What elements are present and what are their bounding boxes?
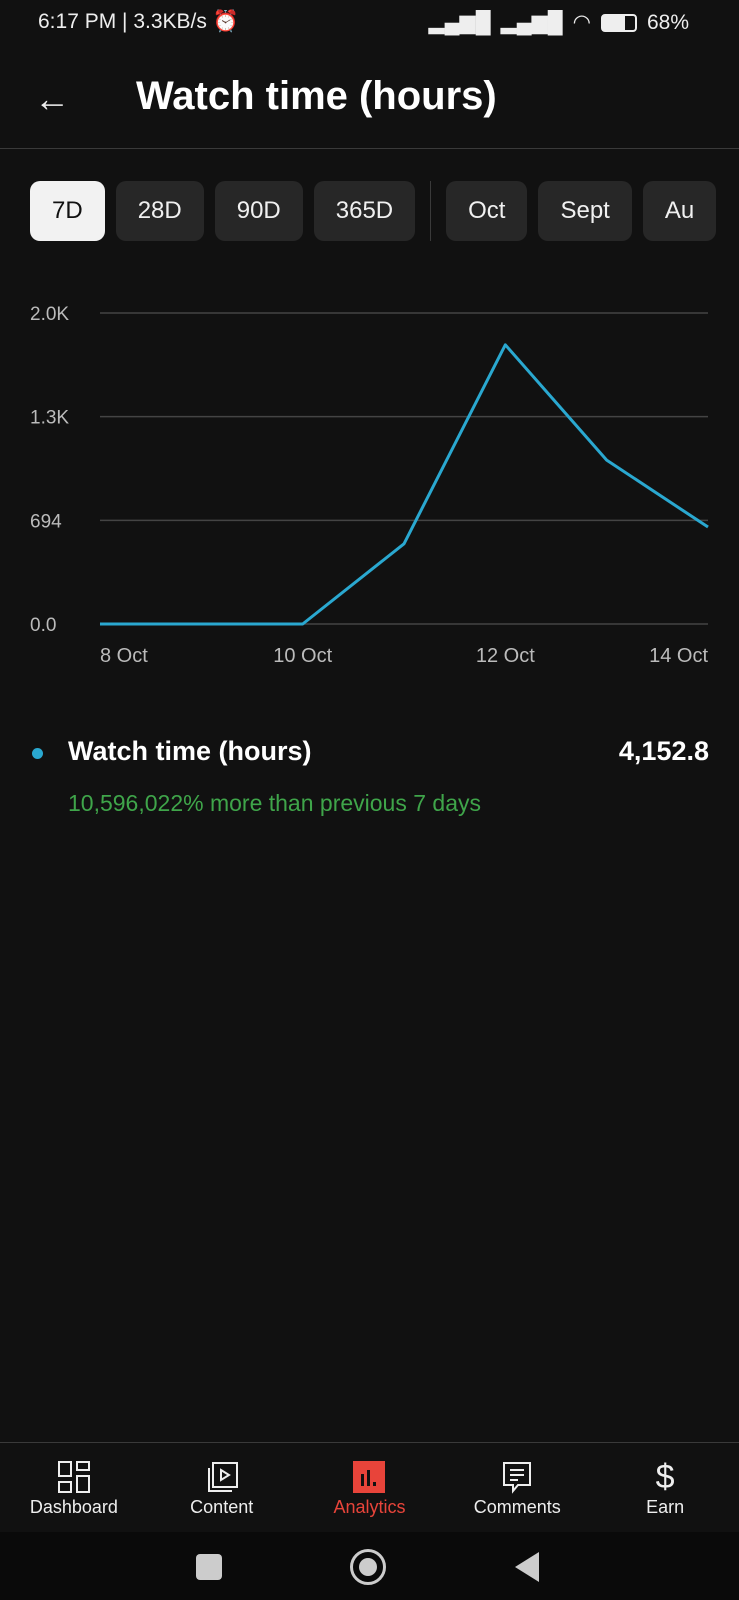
header: ← Watch time (hours) (0, 48, 739, 149)
tab-divider (430, 181, 432, 241)
content-icon (148, 1457, 296, 1497)
status-bar: 6:17 PM | 3.3KB/s ⏰ ▂▄▆█ ▂▄▆█ ◠ 68% (38, 10, 689, 34)
battery-icon (600, 13, 637, 32)
home-button[interactable] (350, 1549, 386, 1585)
y-tick-label: 0.0 (30, 615, 56, 636)
tab-sept[interactable]: Sept (538, 181, 632, 241)
x-tick-label: 10 Oct (273, 645, 332, 667)
analytics-icon (296, 1457, 444, 1497)
system-nav-bar (0, 1532, 739, 1600)
dollar-icon: $ (655, 1457, 675, 1496)
tab-28d[interactable]: 28D (115, 181, 204, 241)
alarm-icon: ⏰ (212, 10, 239, 33)
network-speed: 3.3KB/s (133, 10, 207, 33)
nav-label: Dashboard (29, 1497, 118, 1517)
legend-name: Watch time (hours) (68, 736, 312, 766)
page-title: Watch time (hours) (136, 74, 497, 118)
period-tabs: 7D 28D 90D 365D Oct Sept Au (30, 181, 717, 241)
nav-label: Content (190, 1497, 254, 1517)
tab-365d[interactable]: 365D (313, 181, 416, 241)
nav-comments[interactable]: Comments (443, 1443, 591, 1532)
tab-aug[interactable]: Au (642, 181, 717, 241)
legend-change: 10,596,022% more than previous 7 days (68, 790, 481, 816)
nav-earn[interactable]: $ Earn (591, 1443, 739, 1532)
signal-icon: ▂▄▆█ (428, 11, 491, 34)
battery-level: 68% (646, 10, 689, 34)
nav-label: Comments (473, 1497, 561, 1517)
watch-time-chart: 0.0 694 1.3K 2.0K 8 Oct 10 Oct 12 Oct 14 Oct (30, 304, 709, 667)
recent-apps-button[interactable] (196, 1554, 222, 1580)
bottom-nav: Dashboard Content Analytics Comments $ Ea… (0, 1442, 739, 1532)
back-button[interactable] (515, 1552, 539, 1582)
nav-label: Analytics (333, 1497, 406, 1517)
comments-icon (443, 1457, 591, 1497)
legend-dot (32, 748, 43, 759)
tab-90d[interactable]: 90D (214, 181, 303, 241)
signal-icon-2: ▂▄▆█ (500, 11, 563, 34)
x-tick-label: 8 Oct (100, 645, 148, 667)
status-time: 6:17 PM (38, 10, 117, 33)
legend-value: 4,152.8 (618, 736, 709, 766)
y-tick-label: 694 (30, 511, 62, 532)
y-tick-label: 1.3K (30, 408, 69, 429)
wifi-icon: ◠ (572, 11, 591, 34)
back-arrow-icon[interactable]: ← (34, 78, 70, 120)
y-tick-label: 2.0K (30, 304, 69, 325)
nav-label: Earn (646, 1497, 685, 1517)
dashboard-icon (0, 1457, 148, 1497)
nav-content[interactable]: Content (148, 1443, 296, 1532)
nav-analytics[interactable]: Analytics (296, 1443, 444, 1532)
tab-7d[interactable]: 7D (30, 181, 105, 241)
nav-dashboard[interactable]: Dashboard (0, 1443, 148, 1532)
x-tick-label: 14 Oct (649, 645, 708, 667)
x-tick-label: 12 Oct (476, 645, 535, 667)
tab-oct[interactable]: Oct (446, 181, 528, 241)
series-line (100, 343, 709, 626)
